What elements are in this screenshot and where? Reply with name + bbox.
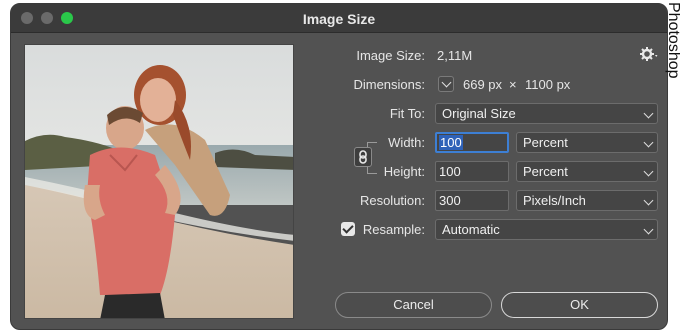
cancel-button[interactable]: Cancel [335, 292, 492, 318]
height-label: Height: [383, 164, 425, 179]
height-value: 100 [439, 164, 461, 179]
dimensions-label: Dimensions: [353, 77, 425, 92]
dimensions-units-toggle[interactable] [438, 76, 454, 92]
resolution-value: 300 [439, 193, 461, 208]
image-size-label: Image Size: [356, 48, 425, 63]
resolution-unit-value: Pixels/Inch [523, 193, 586, 208]
ok-button[interactable]: OK [501, 292, 658, 318]
height-unit-value: Percent [523, 164, 568, 179]
width-value: 100 [439, 135, 463, 150]
gear-icon[interactable] [639, 45, 659, 63]
dimensions-width-value: 669 px [463, 77, 503, 92]
title-bar: Image Size [11, 4, 667, 33]
width-unit-select[interactable]: Percent [516, 132, 658, 153]
chevron-down-icon [643, 137, 654, 148]
chevron-down-icon [643, 224, 654, 235]
side-caption: Photoshop [665, 2, 680, 79]
chevron-down-icon [643, 195, 654, 206]
photo-preview-image [25, 45, 293, 318]
resolution-unit-select[interactable]: Pixels/Inch [516, 190, 658, 211]
window-title: Image Size [302, 11, 376, 27]
resolution-label: Resolution: [359, 193, 425, 208]
fit-to-value: Original Size [442, 106, 516, 121]
resample-label: Resample: [362, 222, 425, 237]
dimensions-times-sign: × [509, 77, 517, 92]
fit-to-select[interactable]: Original Size [435, 103, 658, 124]
image-size-dialog: Image Size Image Size: 2,11M Dimensions:… [10, 3, 668, 330]
width-unit-value: Percent [523, 135, 568, 150]
height-unit-select[interactable]: Percent [516, 161, 658, 182]
resample-select[interactable]: Automatic [435, 219, 658, 240]
image-preview[interactable] [24, 44, 294, 319]
chevron-down-icon [643, 108, 654, 119]
image-size-value: 2,11M [437, 48, 473, 63]
resolution-input[interactable]: 300 [435, 190, 509, 211]
chevron-down-icon [643, 166, 654, 177]
resample-value: Automatic [442, 222, 500, 237]
height-input[interactable]: 100 [435, 161, 509, 182]
dimensions-height-value: 1100 px [525, 77, 571, 92]
width-input[interactable]: 100 [435, 132, 509, 153]
fit-to-label: Fit To: [389, 106, 425, 121]
